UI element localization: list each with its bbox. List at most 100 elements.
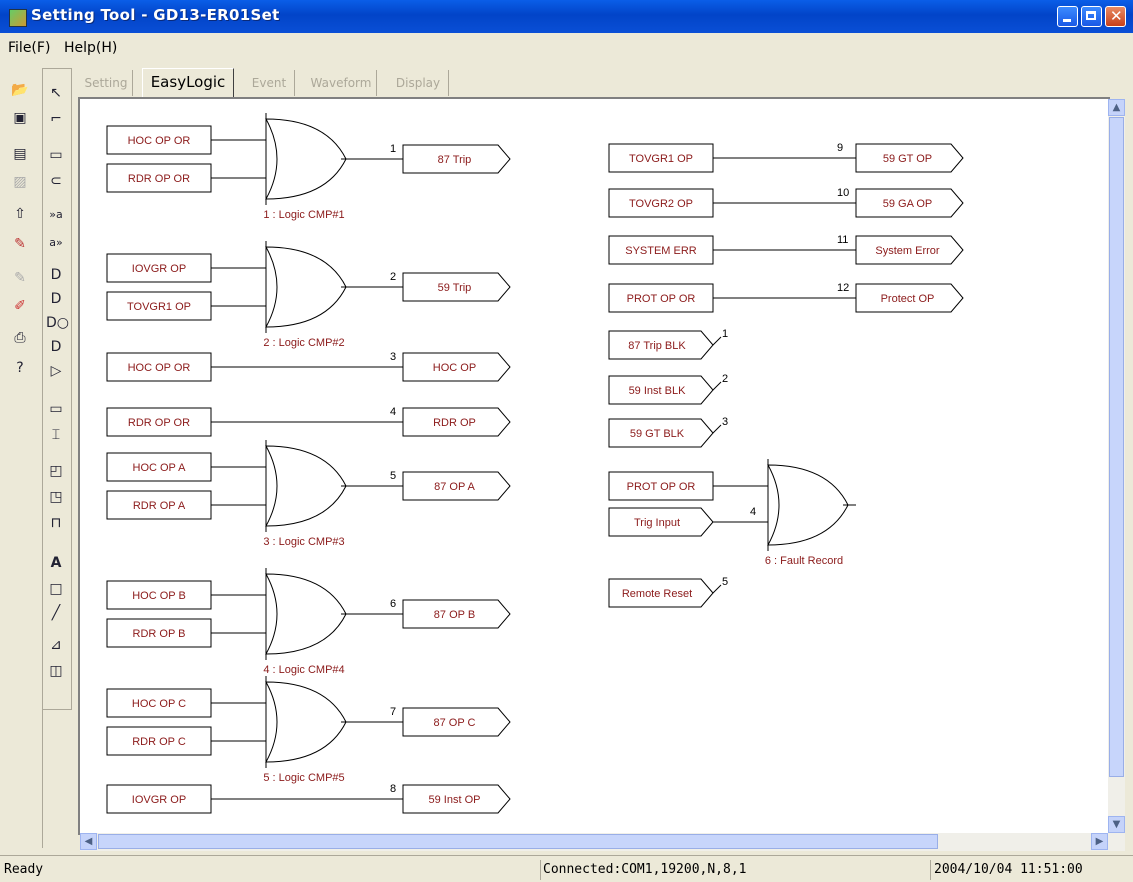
read-icon[interactable]: ✎ — [10, 268, 30, 288]
gate-2-number: 2 — [390, 271, 396, 283]
link-11-input-label: SYSTEM ERR — [625, 245, 697, 257]
gate-4-caption: 4 : Logic CMP#4 — [263, 664, 344, 676]
title-bar: Setting Tool - GD13-ER01Set ✕ — [0, 0, 1133, 33]
gate-2-output-label: 59 Trip — [438, 282, 472, 294]
link-11-number: 11 — [837, 234, 848, 246]
gate-1-input-b-label: RDR OP OR — [128, 173, 190, 185]
text-out-icon[interactable]: a» — [46, 233, 66, 253]
minimize-button[interactable] — [1057, 6, 1078, 27]
rectangle-tool-icon[interactable]: □ — [46, 579, 66, 599]
gate-5-or-symbol — [265, 681, 347, 763]
properties-icon[interactable]: ◫ — [46, 661, 66, 681]
and-gate-icon[interactable]: D — [46, 265, 66, 285]
print-icon[interactable]: ⎙ — [10, 328, 30, 348]
line-tool-icon[interactable]: ╱ — [46, 603, 66, 623]
status-connection: Connected:COM1,19200,N,8,1 — [540, 860, 928, 880]
fault-record-input-a-label: PROT OP OR — [627, 481, 696, 493]
menu-file[interactable]: File(F) — [8, 40, 50, 56]
help-icon[interactable]: ? — [10, 358, 30, 378]
bracket-icon[interactable]: ⌶ — [46, 425, 66, 445]
link-8-number: 8 — [390, 783, 396, 795]
fault-record-caption: 6 : Fault Record — [765, 555, 843, 567]
save-icon[interactable]: ▣ — [10, 108, 30, 128]
pointer-icon[interactable]: ↖ — [46, 83, 66, 103]
link-12-input-label: PROT OP OR — [627, 293, 696, 305]
timer-off-icon[interactable]: ◳ — [46, 487, 66, 507]
tab-event[interactable]: Event — [244, 70, 295, 96]
gate-5-input-b-label: RDR OP C — [132, 736, 186, 748]
scroll-up-button[interactable]: ▲ — [1108, 99, 1125, 116]
gate-2-input-b-label: TOVGR1 OP — [127, 301, 191, 313]
compare-icon[interactable]: ✐ — [10, 296, 30, 316]
input-tag-rounded-icon[interactable]: ⊂ — [46, 171, 66, 191]
connector-icon[interactable]: ⌐ — [46, 109, 66, 129]
tab-setting[interactable]: Setting — [80, 70, 133, 96]
logic-canvas[interactable]: HOC OP OR RDR OP OR 1 87 Trip 1 : Logic CMP#… — [78, 97, 1110, 835]
text-in-icon[interactable]: »a — [46, 205, 66, 225]
close-button[interactable]: ✕ — [1105, 6, 1126, 27]
tab-waveform[interactable]: Waveform — [306, 70, 377, 96]
gate-1-or-symbol — [265, 118, 347, 200]
link-8-output-label: 59 Inst OP — [429, 794, 481, 806]
remote-input-1-lead — [712, 336, 722, 346]
link-3-output-label: HOC OP — [433, 362, 476, 374]
flip-icon[interactable]: ⊿ — [46, 635, 66, 655]
nand-gate-icon[interactable]: D○ — [46, 313, 69, 333]
link-9-input-label: TOVGR1 OP — [629, 153, 693, 165]
maximize-button[interactable] — [1081, 6, 1102, 27]
link-10-number: 10 — [837, 187, 849, 199]
not-gate-icon[interactable]: ▷ — [46, 361, 66, 381]
list-icon[interactable]: ▤ — [10, 144, 30, 164]
tag-icon[interactable]: ▭ — [46, 399, 66, 419]
menu-help[interactable]: Help(H) — [64, 40, 117, 56]
horizontal-scroll-thumb[interactable] — [98, 834, 938, 849]
vertical-scrollbar[interactable]: ▲ ▼ — [1108, 99, 1125, 833]
link-12-output-label: Protect OP — [881, 293, 935, 305]
tab-display[interactable]: Display — [388, 70, 449, 96]
menu-bar: File(F) Help(H) — [0, 33, 1133, 63]
link-12-number: 12 — [837, 282, 849, 294]
scroll-left-button[interactable]: ◀ — [80, 833, 97, 850]
link-4-number: 4 — [390, 406, 396, 418]
gate-1-input-a-label: HOC OP OR — [128, 135, 191, 147]
remote-input-1-number: 1 — [722, 328, 728, 340]
gate-5-output-label: 87 OP C — [434, 717, 476, 729]
pulse-icon[interactable]: ⊓ — [46, 513, 66, 533]
link-3-number: 3 — [390, 351, 396, 363]
scroll-down-button[interactable]: ▼ — [1108, 816, 1125, 833]
upload-icon[interactable]: ⇧ — [10, 204, 30, 224]
horizontal-scrollbar[interactable]: ◀ ▶ — [80, 833, 1125, 851]
link-9-number: 9 — [837, 142, 843, 154]
fault-record-or-symbol — [767, 464, 849, 546]
gate-1-output-label: 87 Trip — [438, 154, 472, 166]
gate-3-caption: 3 : Logic CMP#3 — [263, 536, 344, 548]
logic-diagram: HOC OP OR RDR OP OR 1 87 Trip 1 : Logic CMP#… — [106, 113, 964, 814]
write-icon[interactable]: ✎ — [10, 234, 30, 254]
open-folder-icon[interactable]: 📂 — [10, 80, 30, 100]
remote-input-2-label: 59 Inst BLK — [629, 385, 687, 397]
status-bar: Ready Connected:COM1,19200,N,8,1 2004/10… — [0, 855, 1133, 882]
tab-easylogic[interactable]: EasyLogic — [142, 68, 234, 97]
status-datetime: 2004/10/04 11:51:00 — [930, 860, 1094, 880]
app-icon — [9, 9, 27, 27]
gate-3-output-label: 87 OP A — [434, 481, 475, 493]
gate-1-caption: 1 : Logic CMP#1 — [263, 209, 344, 221]
text-tool-icon[interactable]: A — [46, 553, 66, 573]
input-tag-icon[interactable]: ▭ — [46, 145, 66, 165]
gate-3-input-b-label: RDR OP A — [133, 500, 186, 512]
or-gate-icon[interactable]: D — [46, 337, 66, 357]
scroll-right-button[interactable]: ▶ — [1091, 833, 1108, 850]
gate-5-caption: 5 : Logic CMP#5 — [263, 772, 344, 784]
chart-icon[interactable]: ▨ — [10, 172, 30, 192]
gate-4-number: 6 — [390, 598, 396, 610]
and-gate-icon-2[interactable]: D — [46, 289, 66, 309]
gate-5-number: 7 — [390, 706, 396, 718]
remote-input-3-number: 3 — [722, 416, 728, 428]
logic-palette: ↖ ⌐ ▭ ⊂ »a a» D D D○ D ▷ ▭ ⌶ ◰ ◳ ⊓ A □ ╱… — [42, 68, 72, 710]
gate-4-or-symbol — [265, 573, 347, 655]
timer-on-icon[interactable]: ◰ — [46, 461, 66, 481]
link-4-output-label: RDR OP — [433, 417, 476, 429]
vertical-scroll-thumb[interactable] — [1109, 117, 1124, 777]
remote-input-1-label: 87 Trip BLK — [628, 340, 686, 352]
gate-4-input-a-label: HOC OP B — [132, 590, 186, 602]
